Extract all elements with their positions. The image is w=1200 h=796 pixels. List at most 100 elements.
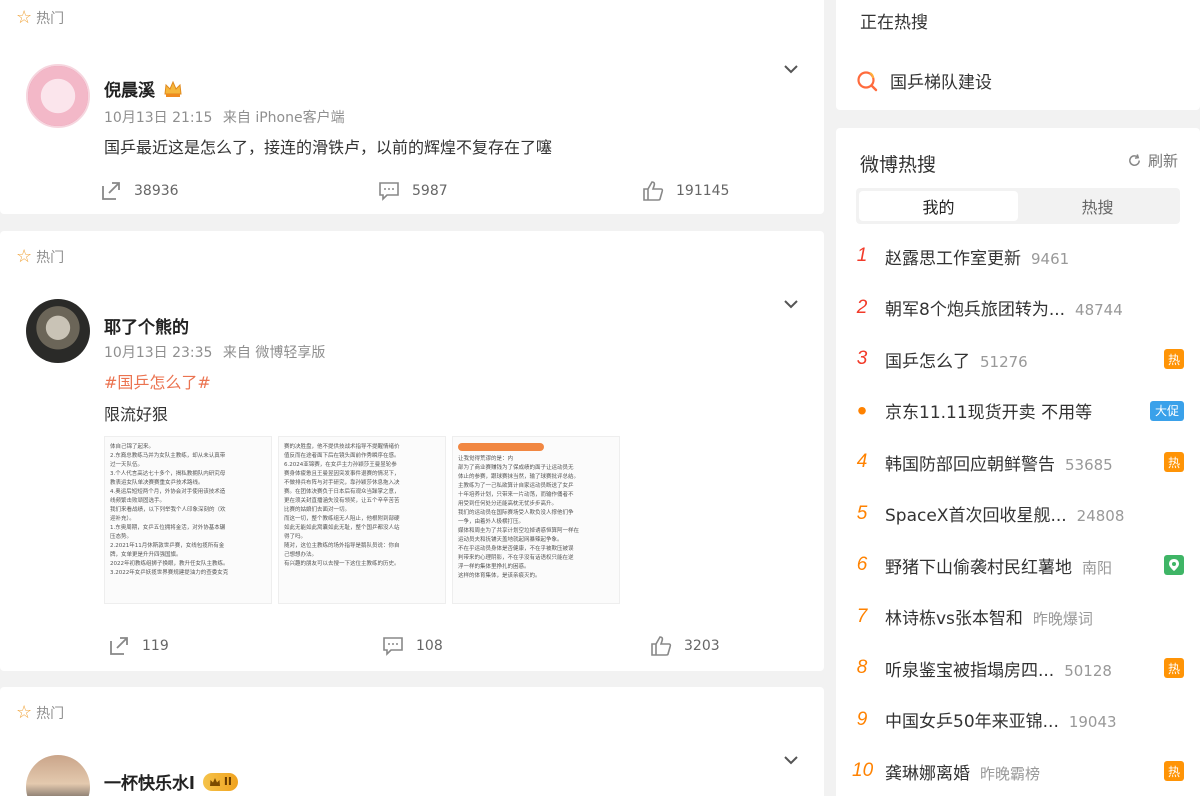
search-suggestion-text[interactable]: 国乒梯队建设 (890, 68, 992, 93)
refresh-label: 刷新 (1147, 152, 1178, 170)
hot-search-text[interactable]: 听泉鉴宝被指塌房四... 50128 (885, 656, 1112, 681)
post-image[interactable]: 赛的决胜盘，他不提供技战术指导不提醒情绪价 值反而在途者面下后在镜头面前作秀瞬序在… (278, 436, 446, 604)
image-text-line: 2.东裔总教练马并为女队主教练，却从未认真带 (110, 453, 226, 459)
chevron-down-icon[interactable] (782, 751, 800, 769)
hot-search-item[interactable]: 4 韩国防部回应朝鲜警告 53685 热 (836, 442, 1200, 482)
star-icon: ☆ (16, 246, 33, 267)
image-text-line: 如此无能如此窝囊如此无耻，整个国乒都没人站 (284, 525, 400, 531)
hot-search-item[interactable]: 9 中国女乒50年来亚锦... 19043 (836, 700, 1200, 740)
hot-search-text[interactable]: SpaceX首次回收星舰... 24808 (885, 501, 1124, 526)
hot-search-title[interactable]: 国乒怎么了 (885, 352, 970, 372)
repost-icon (102, 182, 120, 200)
topic-link[interactable]: #国乒怎么了# (104, 369, 211, 393)
hot-rank: 7 (856, 605, 868, 627)
search-suggestion[interactable]: 国乒梯队建设 (856, 68, 992, 93)
post-card: ☆ 热门 倪晨溪 10月13日 21:15 来自 iPhone客户端 国乒最近这… (0, 0, 824, 214)
hot-search-title[interactable]: 林诗栋vs张本智和 (885, 609, 1023, 629)
post-actions: 38936 5987 191145 (0, 180, 824, 204)
hot-search-text[interactable]: 京东11.11现货开卖 不用等 (885, 398, 1092, 423)
post-image[interactable]: 让我觉得荒谬的是：内 部为了商业赛赚钱为了保成绩的面子让运动员无 体止的参赛，跟球赛… (452, 436, 620, 604)
image-text-line: 2022年初教练组狮子换眼，教升任女队主教练。 (110, 561, 229, 567)
hot-search-text[interactable]: 韩国防部回应朝鲜警告 53685 (885, 450, 1113, 475)
image-text-line: 得了吗。 (284, 534, 307, 540)
post-image[interactable]: 体自己锦了起来。 2.东裔总教练马并为女队主教练，却从未认真带 过一天队伍。 3.个人… (104, 436, 272, 604)
post-actions: 119 108 3203 (0, 635, 824, 659)
post-time[interactable]: 10月13日 21:15 (104, 110, 212, 126)
repost-button[interactable]: 38936 (100, 180, 179, 202)
image-text-line: 4.奥运后短短两个月，外协会对手使用该技术造 (110, 489, 226, 495)
image-text-line: 迎补充）。 (110, 516, 135, 522)
hot-search-title[interactable]: 朝军8个炮兵旅团转为... (885, 300, 1065, 320)
hot-search-text[interactable]: 国乒怎么了 51276 (885, 347, 1028, 372)
refresh-icon (1129, 154, 1140, 166)
tab-mine[interactable]: 我的 (859, 191, 1018, 221)
hot-search-title[interactable]: 韩国防部回应朝鲜警告 (885, 455, 1055, 475)
avatar[interactable] (26, 299, 90, 363)
like-button[interactable]: 3203 (650, 635, 720, 657)
refresh-button[interactable]: 刷新 (1127, 150, 1178, 171)
hot-search-item[interactable]: • 京东11.11现货开卖 不用等 大促 (836, 391, 1200, 431)
author-name[interactable]: 耶了个熊的 (104, 313, 189, 338)
hot-search-text[interactable]: 林诗栋vs张本智和 昨晚爆词 (885, 604, 1093, 629)
hot-rank: 8 (856, 657, 868, 678)
hot-search-text[interactable]: 野猪下山偷袭村民红薯地 南阳 (885, 553, 1112, 578)
hot-search-item[interactable]: 5 SpaceX首次回收星舰... 24808 (836, 494, 1200, 534)
comment-button[interactable]: 108 (382, 635, 443, 657)
hot-rank: 2 (856, 296, 868, 318)
hot-search-item[interactable]: 1 赵露思工作室更新 9461 (836, 236, 1200, 276)
hot-search-title[interactable]: SpaceX首次回收星舰... (885, 506, 1067, 526)
image-text-line: 线频繁击败顽固选手。 (110, 498, 166, 504)
hot-search-title[interactable]: 龚琳娜离婚 (885, 764, 970, 784)
hot-search-text[interactable]: 龚琳娜离婚 昨晚霸榜 (885, 759, 1040, 784)
hot-search-item[interactable]: 8 听泉鉴宝被指塌房四... 50128 热 (836, 648, 1200, 688)
redaction-mark (458, 443, 544, 451)
author-name-text[interactable]: 一杯快乐水l (104, 769, 195, 794)
hot-search-item[interactable]: 7 林诗栋vs张本智和 昨晚爆词 (836, 597, 1200, 637)
hot-search-title: 微博热搜 (860, 154, 937, 176)
image-text-line: 运动员夫和抚铺天盖地就起网暴辣起争象。 (458, 537, 563, 543)
hot-search-title[interactable]: 野猪下山偷袭村民红薯地 (885, 558, 1072, 578)
image-text-line: 用受到任何处分还能高枕无忧步步高升。 (458, 501, 558, 507)
hot-search-count: 昨晚霸榜 (980, 764, 1041, 783)
repost-icon (110, 637, 128, 655)
hot-search-text[interactable]: 朝军8个炮兵旅团转为... 48744 (885, 295, 1123, 320)
repost-button[interactable]: 119 (108, 635, 169, 657)
like-button[interactable]: 191145 (642, 180, 729, 202)
hot-label-text: 热门 (36, 706, 65, 722)
hot-search-item[interactable]: 6 野猪下山偷袭村民红薯地 南阳 (836, 545, 1200, 585)
hot-search-count: 19043 (1068, 713, 1117, 731)
chevron-down-icon[interactable] (782, 295, 800, 313)
hot-search-title[interactable]: 京东11.11现货开卖 不用等 (885, 403, 1092, 423)
hot-search-text[interactable]: 中国女乒50年来亚锦... 19043 (885, 707, 1117, 732)
hot-search-title[interactable]: 听泉鉴宝被指塌房四... (885, 661, 1054, 681)
hot-search-title[interactable]: 中国女乒50年来亚锦... (885, 712, 1059, 732)
hot-search-count: 50128 (1064, 661, 1112, 680)
hot-search-item[interactable]: 2 朝军8个炮兵旅团转为... 48744 (836, 288, 1200, 328)
post-time[interactable]: 10月13日 23:35 (104, 345, 212, 361)
chevron-down-icon[interactable] (782, 60, 800, 78)
hot-search-item[interactable]: 10 龚琳娜离婚 昨晚霸榜 热 (836, 751, 1200, 791)
hot-rank: 5 (856, 502, 868, 524)
author-name-text[interactable]: 耶了个熊的 (104, 313, 189, 338)
comment-button[interactable]: 5987 (378, 180, 448, 202)
hot-search-text[interactable]: 赵露思工作室更新 9461 (885, 244, 1069, 269)
tab-hot[interactable]: 热搜 (1018, 191, 1177, 221)
author-name[interactable]: 一杯快乐水l II (104, 769, 239, 794)
image-text-line: 而这一切，整个教练组无人阻止，他根附到部硬 (284, 516, 400, 522)
avatar[interactable] (26, 755, 90, 796)
image-text-line: 体自己锦了起来。 (110, 444, 155, 450)
avatar[interactable] (26, 64, 90, 128)
hot-rank: 6 (856, 554, 868, 575)
image-text-line: 更在须关封直播涵失没有领奖，让五个辛辛苦苦 (284, 498, 400, 504)
hot-search-count: 53685 (1065, 455, 1113, 474)
hot-search-tabs: 我的 热搜 (856, 188, 1180, 224)
hot-search-panel: 微博热搜 刷新 我的 热搜 1 赵露思工作室更新 9461 2 朝军8个炮兵旅团转为..… (836, 128, 1200, 796)
image-text-line: 牌，女单更是升升四强国旗。 (110, 552, 182, 558)
hot-label-text: 热门 (36, 250, 65, 266)
hot-search-title[interactable]: 赵露思工作室更新 (885, 249, 1021, 269)
author-name-text[interactable]: 倪晨溪 (104, 76, 155, 101)
image-text-line: 赛。在团体决赛负于日本后有观众当躁掌之意， (284, 489, 400, 495)
hot-search-count: 9461 (1031, 249, 1070, 268)
hot-search-item[interactable]: 3 国乒怎么了 51276 热 (836, 339, 1200, 379)
author-name[interactable]: 倪晨溪 (104, 76, 183, 101)
